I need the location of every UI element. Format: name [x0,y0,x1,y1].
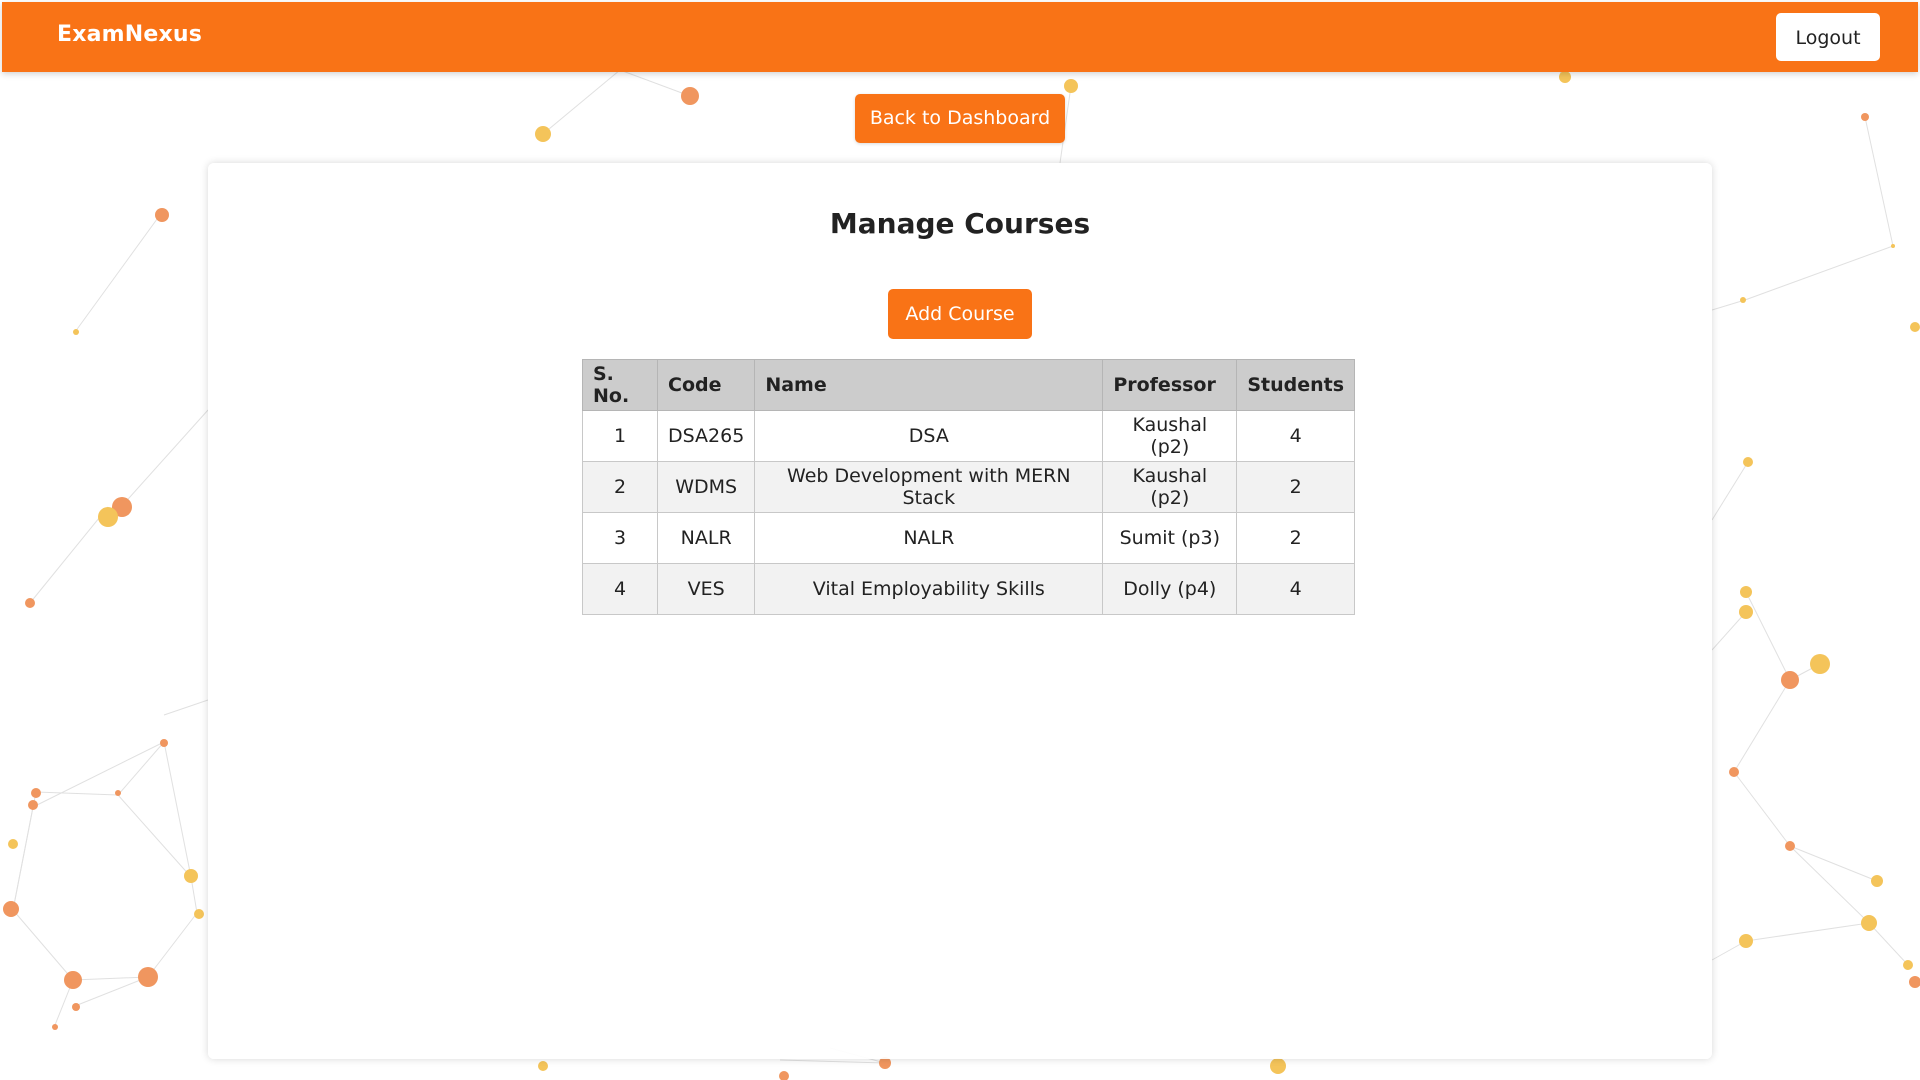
cell-students: 4 [1236,410,1356,462]
cell-professor: Dolly (p4) [1102,563,1238,615]
cell-code: NALR [656,512,756,564]
cell-students: 2 [1236,461,1356,513]
manage-courses-card: Manage Courses Add Course S. No. Code Na… [208,163,1712,1059]
table-row: 2 WDMS Web Development with MERN Stack K… [582,461,1356,513]
top-navbar: ExamNexus Logout [2,2,1918,72]
cell-professor: Sumit (p3) [1102,512,1238,564]
logout-button[interactable]: Logout [1776,13,1880,61]
header-students: Students [1236,359,1356,411]
cell-sno: 2 [582,461,658,513]
cell-name: Web Development with MERN Stack [754,461,1104,513]
cell-name: DSA [754,410,1104,462]
cell-sno: 3 [582,512,658,564]
table-header-row: S. No. Code Name Professor Students [582,359,1356,411]
table-row: 3 NALR NALR Sumit (p3) 2 [582,512,1356,564]
cell-code: WDMS [656,461,756,513]
cell-name: NALR [754,512,1104,564]
brand-logo-text[interactable]: ExamNexus [57,22,202,47]
add-course-button[interactable]: Add Course [888,289,1032,339]
cell-sno: 4 [582,563,658,615]
back-to-dashboard-button[interactable]: Back to Dashboard [855,94,1065,143]
header-code: Code [656,359,756,411]
cell-professor: Kaushal (p2) [1102,410,1238,462]
header-sno: S. No. [582,359,658,411]
cell-professor: Kaushal (p2) [1102,461,1238,513]
cell-sno: 1 [582,410,658,462]
page-title: Manage Courses [829,207,1091,240]
cell-students: 2 [1236,512,1356,564]
cell-code: VES [656,563,756,615]
cell-name: Vital Employability Skills [754,563,1104,615]
cell-students: 4 [1236,563,1356,615]
table-row: 1 DSA265 DSA Kaushal (p2) 4 [582,410,1356,462]
header-name: Name [754,359,1104,411]
cell-code: DSA265 [656,410,756,462]
header-professor: Professor [1102,359,1238,411]
courses-table: S. No. Code Name Professor Students 1 DS… [582,359,1356,615]
table-row: 4 VES Vital Employability Skills Dolly (… [582,563,1356,615]
